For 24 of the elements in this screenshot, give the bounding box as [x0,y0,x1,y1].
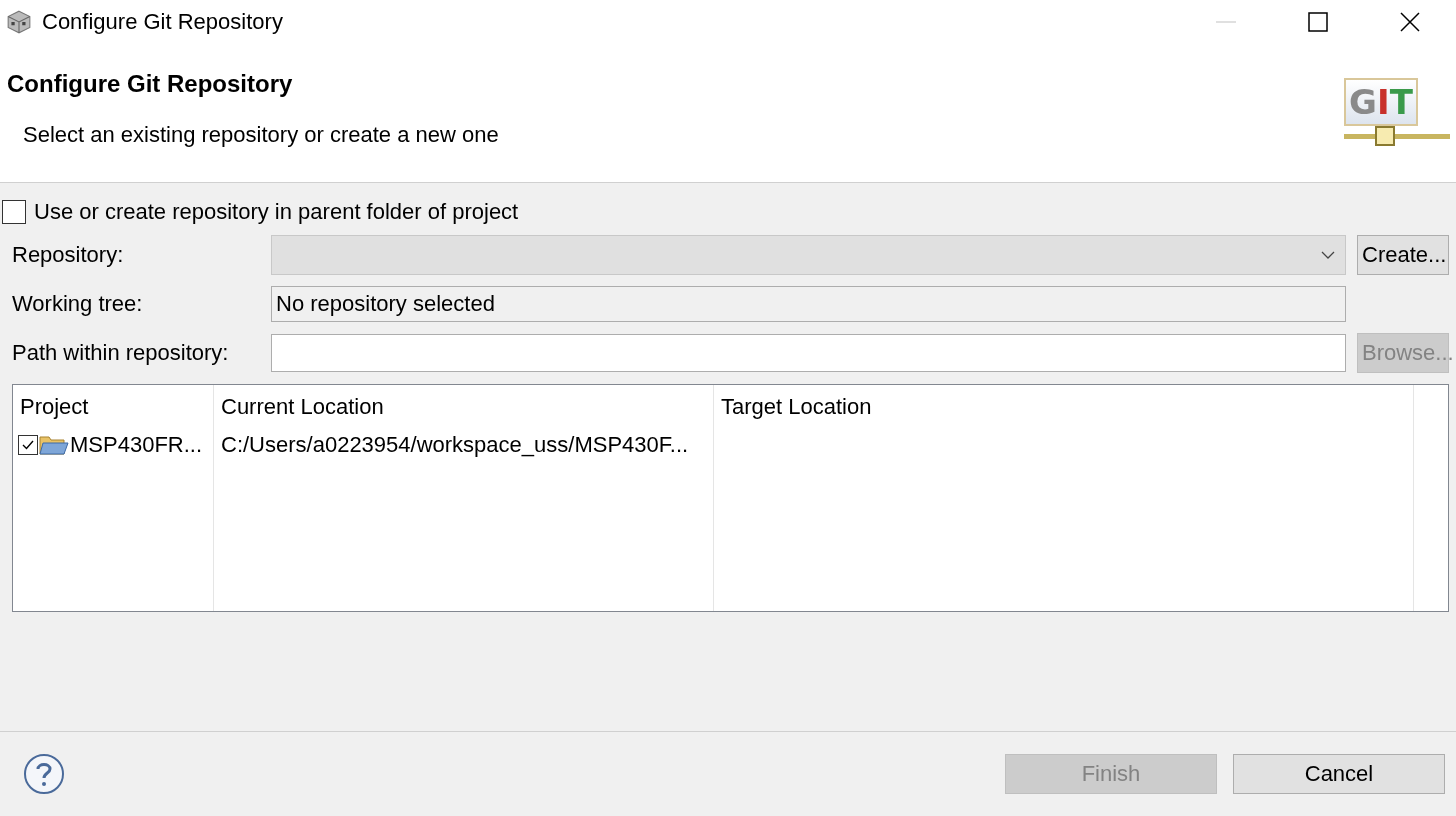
table-cell: MSP430FR... [70,432,203,458]
column-header[interactable]: Current Location [214,385,714,429]
folder-icon [39,434,69,456]
column-header[interactable]: Target Location [714,385,1414,429]
working-tree-field: No repository selected [271,286,1346,322]
maximize-icon [1307,11,1329,33]
page-title: Configure Git Repository [7,70,294,98]
input-field[interactable] [271,334,1346,372]
checkbox-label: Use or create repository in parent folder of project [34,199,519,225]
column-header[interactable]: Project [13,385,214,429]
app-icon [6,9,32,35]
chevron-icon [1321,251,1335,259]
field-label: Working tree: [12,291,144,317]
dialog-button[interactable]: Cancel [1233,754,1445,794]
checkbox[interactable] [18,435,38,455]
checkbox[interactable] [2,200,26,224]
field-label: Repository: [12,242,125,268]
git-logo: GIT [1344,44,1456,182]
close-icon [1399,11,1421,33]
window-title: Configure Git Repository [42,9,283,35]
field-label: Path within repository: [12,340,230,366]
help-icon[interactable] [23,753,65,795]
page-description: Select an existing repository or create a new one [23,122,500,148]
table-cell-text: C:/Users/a0223954/workspace_uss/MSP430F... [220,431,690,459]
